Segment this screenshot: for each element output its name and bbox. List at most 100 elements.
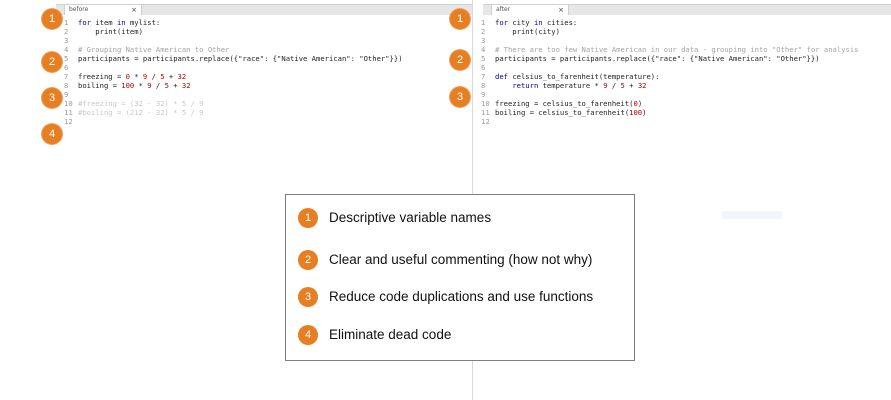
code-token: 100 [121, 81, 135, 90]
close-icon[interactable]: × [558, 5, 564, 15]
code-token: print(city) [495, 27, 560, 36]
code-token: # There are too few Native American in o… [495, 45, 859, 54]
line-number: 5 [481, 54, 486, 63]
code-line[interactable]: 5 participants = participants.replace({"r… [481, 54, 891, 63]
line-number: 6 [481, 63, 486, 72]
marker-4-left: 4 [42, 124, 62, 144]
code-token: freezing = celsius_to_farenheit( [495, 99, 634, 108]
line-number: 11 [64, 108, 73, 117]
left-tab-bar: before × [56, 4, 472, 15]
marker-1-right: 1 [450, 9, 470, 29]
code-token: / [147, 72, 161, 81]
code-token: #boiling = (212 - 32) * 5 / 9 [78, 108, 204, 117]
right-code-area[interactable]: 1 for city in cities: 2 print(city) 3 4 # The… [481, 18, 891, 126]
code-token: item [95, 18, 117, 27]
code-token: for [495, 18, 513, 27]
left-code-area[interactable]: 1 for item in mylist: 2 print(item) 3 4 # Gro… [64, 18, 472, 126]
code-line[interactable]: 10 #freezing = (32 - 32) * 5 / 9 [64, 99, 472, 108]
code-token: mylist: [129, 18, 161, 27]
code-token: boiling = [78, 81, 122, 90]
legend-box: 1 Descriptive variable names 2 Clear and… [285, 194, 635, 361]
code-line[interactable]: 2 print(city) [481, 27, 891, 36]
line-number: 8 [64, 81, 69, 90]
right-tab-bar: after × [483, 4, 891, 15]
line-number: 9 [481, 90, 486, 99]
code-line[interactable]: 8 boiling = 100 * 9 / 5 + 32 [64, 81, 472, 90]
code-line[interactable]: 11 boiling = celsius_to_farenheit(100) [481, 108, 891, 117]
line-number: 1 [481, 18, 486, 27]
code-line[interactable]: 12 [481, 117, 891, 126]
code-token: in [116, 18, 130, 27]
code-line[interactable]: 7 def celsius_to_farenheit(temperature): [481, 72, 891, 81]
line-number: 2 [64, 27, 69, 36]
code-line[interactable]: 12 [64, 117, 472, 126]
code-token: participants = participants.replace({"ra… [78, 54, 403, 63]
code-token: cities: [546, 18, 578, 27]
line-number: 1 [64, 18, 69, 27]
code-token: boiling = celsius_to_farenheit( [495, 108, 630, 117]
code-token: return [512, 81, 543, 90]
line-number: 6 [64, 63, 69, 72]
code-line[interactable]: 2 print(item) [64, 27, 472, 36]
code-line[interactable]: 4 # Grouping Native American to Other [64, 45, 472, 54]
code-token: #freezing = (32 - 32) * 5 / 9 [78, 99, 204, 108]
code-token: def [495, 72, 513, 81]
code-token: city [512, 18, 534, 27]
line-number: 8 [481, 81, 486, 90]
marker-2-right: 2 [450, 50, 470, 70]
legend-text: Eliminate dead code [329, 327, 452, 342]
marker-1-left: 1 [42, 9, 62, 29]
legend-number-badge: 1 [298, 208, 318, 228]
code-line[interactable]: 8 return temperature * 9 / 5 + 32 [481, 81, 891, 90]
line-number: 10 [64, 99, 73, 108]
right-file-tab[interactable]: after × [491, 5, 569, 15]
code-token: 32 [637, 81, 647, 90]
code-line[interactable]: 4 # There are too few Native American in … [481, 45, 891, 54]
code-line[interactable]: 1 for item in mylist: [64, 18, 472, 27]
line-number: 4 [481, 45, 486, 54]
code-line[interactable]: 9 [64, 90, 472, 99]
code-token: * [129, 72, 143, 81]
code-token: # Grouping Native American to Other [78, 45, 230, 54]
code-token: ) [642, 108, 647, 117]
code-token: for [78, 18, 96, 27]
code-token: * [134, 81, 148, 90]
line-number: 9 [64, 90, 69, 99]
code-token: freezing = [78, 72, 126, 81]
line-number: 12 [64, 117, 73, 126]
code-line[interactable]: 6 [64, 63, 472, 72]
code-line[interactable]: 6 [481, 63, 891, 72]
code-token: in [533, 18, 547, 27]
code-token: + [624, 81, 638, 90]
code-line[interactable]: 10 freezing = celsius_to_farenheit(0) [481, 99, 891, 108]
marker-2-left: 2 [42, 52, 62, 72]
right-file-tab-label: after [496, 6, 511, 13]
close-icon[interactable]: × [131, 5, 137, 15]
line-number: 12 [481, 117, 490, 126]
marker-3-right: 3 [450, 87, 470, 107]
legend-text: Descriptive variable names [329, 210, 492, 225]
code-token: 100 [629, 108, 643, 117]
code-line[interactable]: 1 for city in cities: [481, 18, 891, 27]
legend-number-badge: 2 [298, 250, 318, 270]
line-number: 10 [481, 99, 490, 108]
code-line[interactable]: 11 #boiling = (212 - 32) * 5 / 9 [64, 108, 472, 117]
code-token: participants = participants.replace({"ra… [495, 54, 820, 63]
code-token: / [151, 81, 165, 90]
left-file-tab[interactable]: before × [64, 5, 142, 15]
code-line[interactable]: 7 freezing = 0 * 9 / 5 + 32 [64, 72, 472, 81]
code-token: / [607, 81, 621, 90]
code-token: 32 [177, 72, 187, 81]
code-line[interactable]: 3 [481, 36, 891, 45]
legend-number-badge: 3 [298, 287, 318, 307]
code-line[interactable]: 3 [64, 36, 472, 45]
legend-text: Clear and useful commenting (how not why… [329, 252, 593, 267]
code-line[interactable]: 5 participants = participants.replace({"r… [64, 54, 472, 63]
legend-number-badge: 4 [298, 325, 318, 345]
code-line[interactable]: 9 [481, 90, 891, 99]
line-number: 2 [481, 27, 486, 36]
line-number: 11 [481, 108, 490, 117]
line-number: 3 [64, 36, 69, 45]
marker-3-left: 3 [42, 88, 62, 108]
